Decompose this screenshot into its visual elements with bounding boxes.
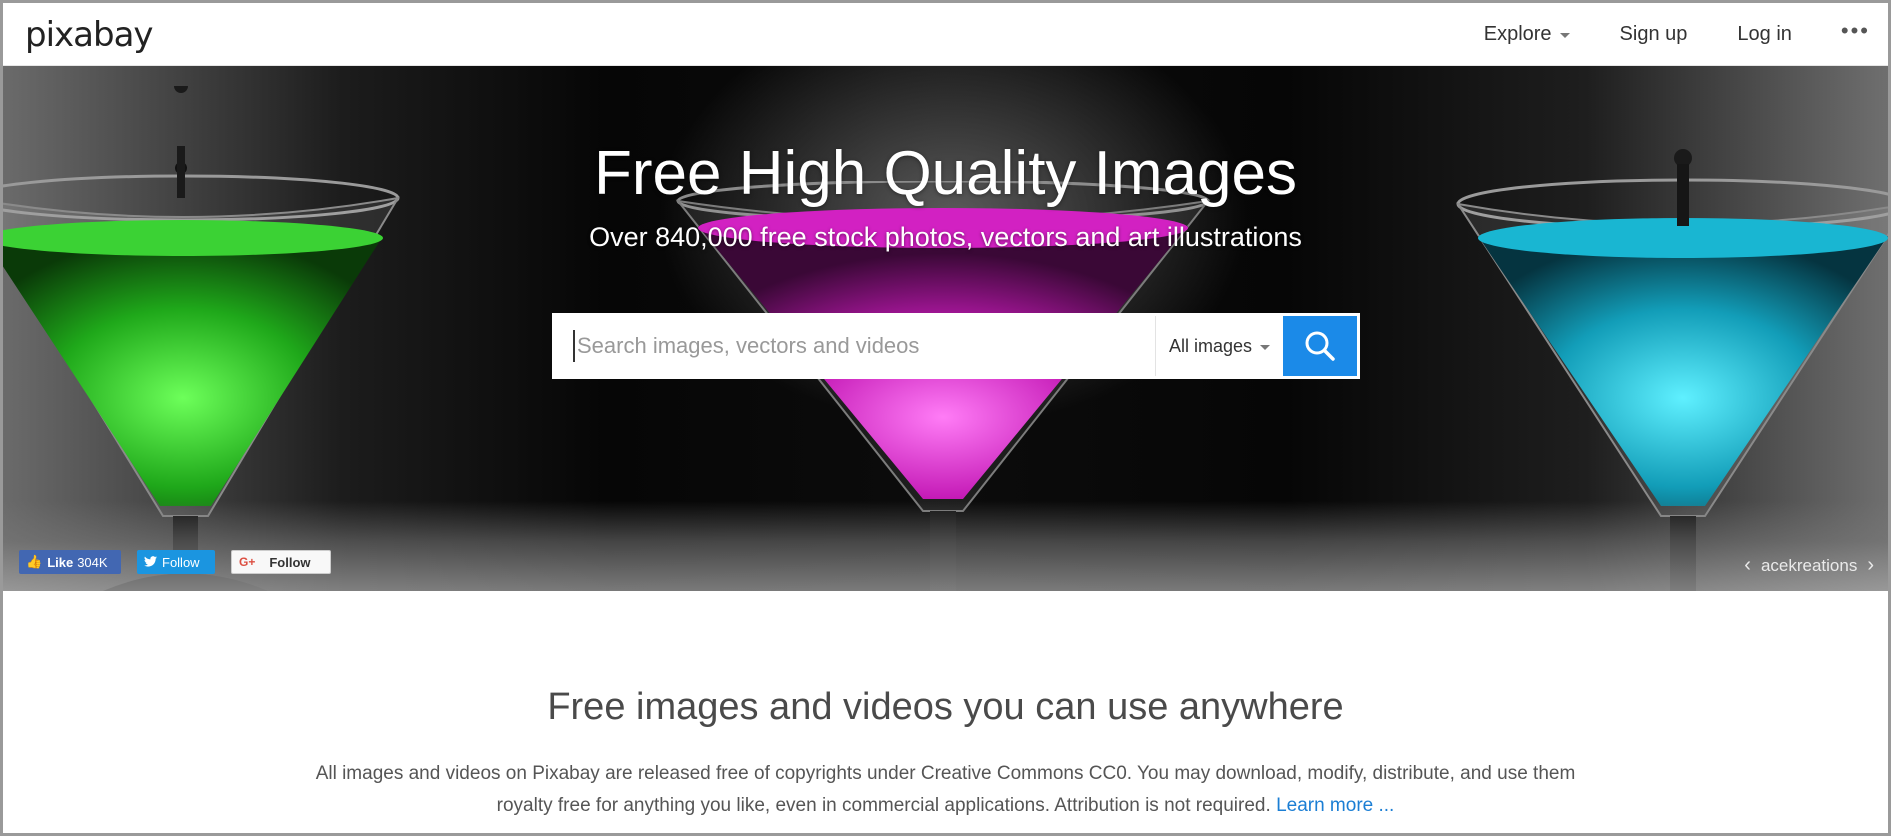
prev-image-icon[interactable]: ‹ xyxy=(1744,554,1751,577)
content-heading: Free images and videos you can use anywh… xyxy=(547,686,1344,728)
image-type-selected: All images xyxy=(1168,335,1253,356)
photo-credit: ‹ acekreations › xyxy=(1744,554,1874,577)
nav-login[interactable]: Log in xyxy=(1712,23,1817,46)
photo-author-link[interactable]: acekreations xyxy=(1761,556,1857,576)
magnifier-icon xyxy=(1305,331,1335,361)
google-follow-label: Follow xyxy=(269,554,311,570)
next-image-icon[interactable]: › xyxy=(1867,554,1874,577)
search-button[interactable] xyxy=(1283,316,1357,376)
twitter-follow-button[interactable]: Follow xyxy=(137,550,215,574)
google-plus-icon: G+ xyxy=(239,555,256,569)
chevron-down-icon xyxy=(1559,33,1570,38)
hero-subtitle: Over 840,000 free stock photos, vectors … xyxy=(589,222,1302,252)
nav-signup[interactable]: Sign up xyxy=(1595,23,1713,46)
hero-section: Free High Quality Images Over 840,000 fr… xyxy=(3,66,1888,591)
pixabay-logo[interactable]: pixabay xyxy=(25,15,154,55)
content-description: All images and videos on Pixabay are rel… xyxy=(300,758,1591,822)
more-menu-icon[interactable]: ••• xyxy=(1817,18,1888,52)
social-buttons: 👍 Like 304K Follow G+ Follow xyxy=(19,550,331,574)
facebook-like-button[interactable]: 👍 Like 304K xyxy=(19,550,121,574)
learn-more-link[interactable]: Learn more ... xyxy=(1276,795,1394,816)
facebook-like-label: Like xyxy=(47,554,74,570)
image-type-select[interactable]: All images xyxy=(1155,316,1283,376)
hero-floor-gradient xyxy=(3,501,1888,591)
search-form: All images xyxy=(552,313,1360,379)
thumbs-up-icon: 👍 xyxy=(26,554,43,569)
google-follow-button[interactable]: G+ Follow xyxy=(231,550,331,574)
twitter-follow-label: Follow xyxy=(162,554,200,570)
nav-explore[interactable]: Explore xyxy=(1459,23,1595,46)
facebook-like-count: 304K xyxy=(77,554,108,570)
search-input[interactable] xyxy=(573,330,1155,362)
hero-title: Free High Quality Images xyxy=(594,139,1297,208)
nav-explore-label: Explore xyxy=(1483,23,1552,45)
chevron-down-icon xyxy=(1260,344,1271,350)
twitter-bird-icon xyxy=(144,555,157,570)
top-nav: Explore Sign up Log in ••• xyxy=(1459,3,1888,66)
top-header: pixabay Explore Sign up Log in ••• xyxy=(3,3,1888,66)
